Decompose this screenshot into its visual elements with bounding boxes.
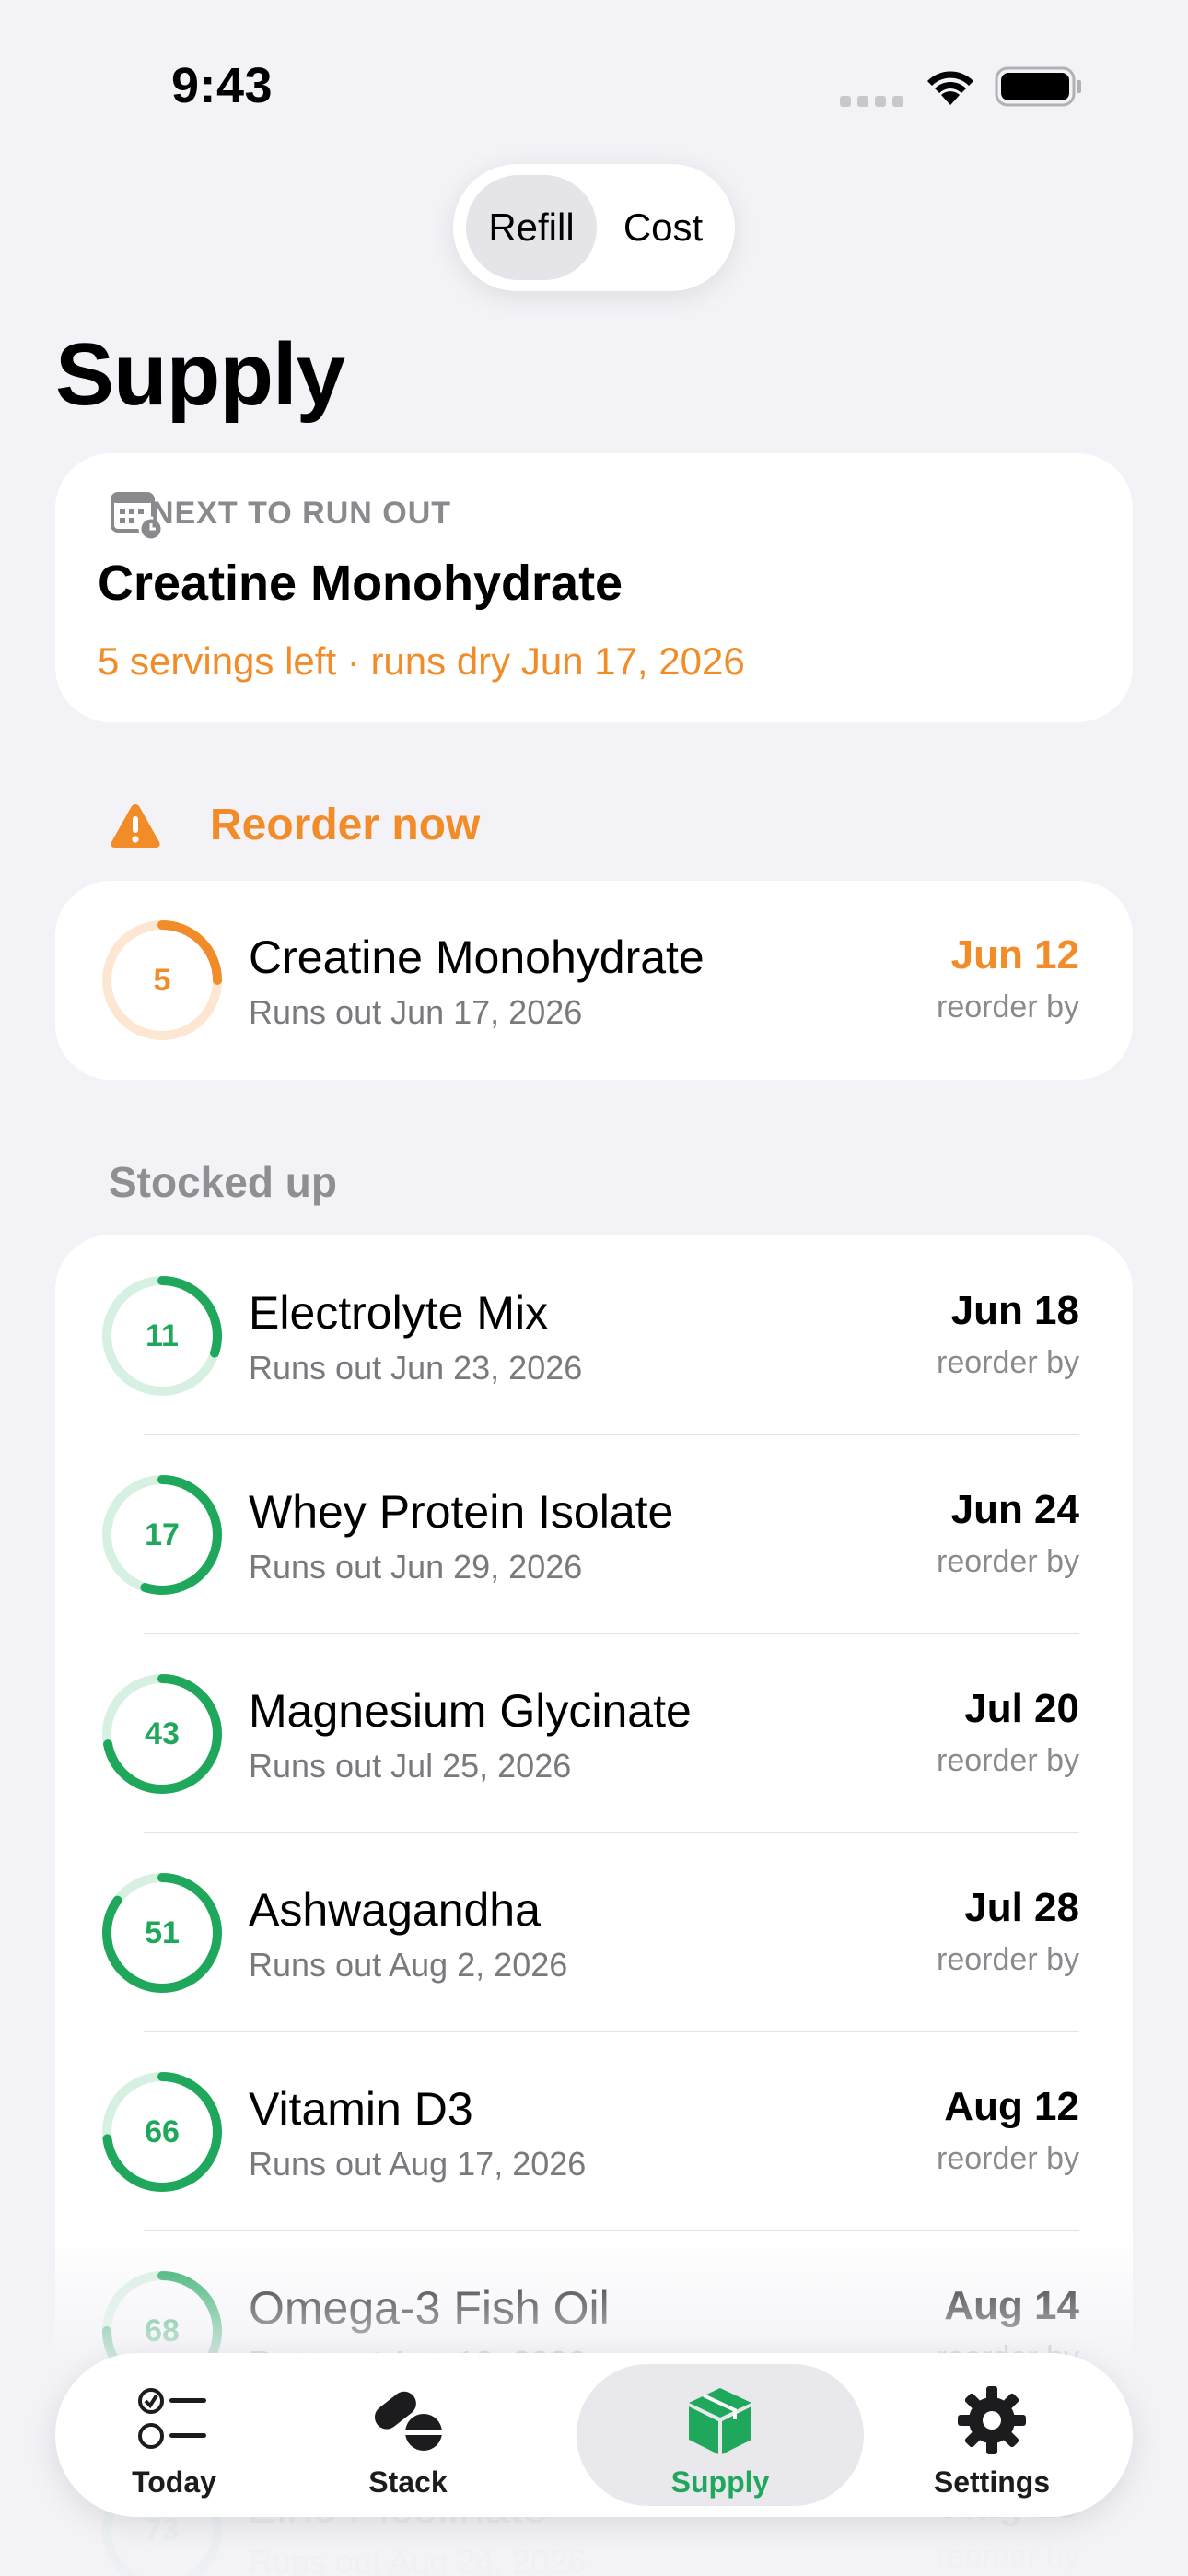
supplement-name: Magnesium Glycinate: [249, 1685, 692, 1737]
page-title: Supply: [55, 325, 345, 424]
tab-today[interactable]: Today: [59, 2364, 289, 2506]
supply-row[interactable]: 11 Electrolyte Mix Runs out Jun 23, 2026 Ju…: [55, 1236, 1133, 1435]
supplement-name: Electrolyte Mix: [249, 1287, 549, 1339]
runs-out-date: Runs out Jun 23, 2026: [249, 1349, 583, 1387]
runs-out-date: Runs out Jun 29, 2026: [249, 1548, 583, 1586]
box-icon: [689, 2388, 751, 2454]
servings-ring: 51: [101, 1872, 223, 1994]
supplement-name: Vitamin D3: [249, 2083, 473, 2135]
next-to-run-out-name: Creatine Monohydrate: [98, 556, 623, 611]
wifi-icon: [927, 71, 973, 105]
tab-stack-label: Stack: [368, 2465, 448, 2499]
supply-row[interactable]: 17 Whey Protein Isolate Runs out Jun 29, 2…: [55, 1435, 1133, 1634]
battery-icon: [995, 66, 1081, 107]
reorder-by-label: reorder by: [937, 1544, 1079, 1579]
supply-row[interactable]: 5 Creatine Monohydrate Runs out Jun 17, 20…: [55, 881, 1133, 1080]
reorder-by-label: reorder by: [937, 989, 1079, 1025]
tab-supply[interactable]: Supply: [577, 2364, 864, 2506]
reorder-by-date: Jun 18: [950, 1288, 1079, 1333]
reorder-by-label: reorder by: [937, 2141, 1079, 2176]
reorder-by-date: Jul 28: [964, 1885, 1079, 1930]
status-time: 9:43: [171, 58, 274, 113]
stocked-up-heading: Stocked up: [109, 1158, 337, 1206]
servings-ring: 5: [101, 919, 223, 1041]
pills-icon: [374, 2391, 442, 2451]
reorder-now-card: 5 Creatine Monohydrate Runs out Jun 17, 20…: [55, 881, 1133, 1080]
reorder-by-label: reorder by: [937, 1345, 1079, 1380]
runs-out-date: Runs out Aug 2, 2026: [249, 1946, 568, 1984]
segment-refill[interactable]: Refill: [466, 175, 597, 280]
servings-count: 43: [145, 1716, 180, 1751]
runs-out-date: Runs out Jun 17, 2026: [249, 993, 583, 1031]
reorder-by-label: reorder by: [937, 1743, 1079, 1778]
view-segmented-control[interactable]: Refill Cost: [453, 164, 735, 291]
next-to-run-out-detail: 5 servings left · runs dry Jun 17, 2026: [98, 639, 745, 683]
servings-count: 66: [145, 2114, 180, 2149]
checklist-icon: [138, 2388, 206, 2449]
tab-today-label: Today: [132, 2465, 216, 2499]
runs-out-date: Runs out Jul 25, 2026: [249, 1747, 572, 1785]
gear-icon: [958, 2386, 1026, 2454]
tab-supply-label: Supply: [670, 2465, 770, 2499]
servings-ring: 17: [101, 1474, 223, 1596]
reorder-now-heading: Reorder now: [210, 801, 481, 849]
servings-count: 5: [153, 963, 171, 998]
tab-bar: Today Stack Supply Settings: [55, 2353, 1133, 2517]
supply-row[interactable]: 66 Vitamin D3 Runs out Aug 17, 2026 Aug 12 r…: [55, 2032, 1133, 2231]
tab-settings[interactable]: Settings: [877, 2364, 1107, 2506]
runs-out-date: Runs out Aug 17, 2026: [249, 2145, 587, 2183]
reorder-by-date: Jul 20: [964, 1686, 1079, 1731]
reorder-by-date: Jun 24: [950, 1487, 1079, 1532]
supplement-name: Whey Protein Isolate: [249, 1486, 674, 1538]
supply-row[interactable]: 51 Ashwagandha Runs out Aug 2, 2026 Jul 28 r…: [55, 1833, 1133, 2032]
cellular-signal-icon: [840, 96, 903, 107]
reorder-by-date: Aug 12: [944, 2084, 1079, 2129]
servings-count: 11: [146, 1318, 179, 1353]
servings-ring: 11: [101, 1275, 223, 1397]
servings-ring: 43: [101, 1673, 223, 1795]
reorder-by-label: reorder by: [937, 1942, 1079, 1977]
warning-triangle-icon: [111, 804, 160, 848]
segment-cost[interactable]: Cost: [604, 175, 722, 280]
servings-count: 17: [145, 1517, 180, 1552]
reorder-by-date: Jun 12: [950, 932, 1079, 978]
supplement-name: Creatine Monohydrate: [249, 931, 705, 983]
supplement-name: Ashwagandha: [249, 1884, 541, 1936]
supply-row[interactable]: 43 Magnesium Glycinate Runs out Jul 25, 20…: [55, 1634, 1133, 1833]
servings-ring: 66: [101, 2071, 223, 2193]
tab-settings-label: Settings: [933, 2465, 1051, 2499]
servings-count: 51: [145, 1915, 180, 1950]
next-to-run-out-label: NEXT TO RUN OUT: [151, 496, 452, 531]
tab-stack[interactable]: Stack: [293, 2364, 523, 2506]
